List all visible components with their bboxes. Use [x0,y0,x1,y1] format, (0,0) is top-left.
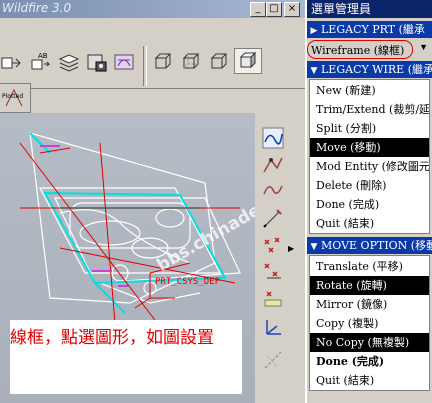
rename-view-icon[interactable]: AB [28,50,54,74]
sketch-curve-icon[interactable] [261,126,285,150]
menu-item-quit[interactable]: Quit (結束) [310,214,429,233]
spin-center-icon[interactable] [112,50,138,74]
appearance-icon[interactable] [84,50,110,74]
menu-item-new[interactable]: New (新建) [310,81,429,100]
menu-item-rotate[interactable]: Rotate (旋轉) [310,276,429,295]
menu-item-copy[interactable]: Copy (複製) [310,314,429,333]
menu-item-quit-move[interactable]: Quit (結束) [310,371,429,390]
menu-item-mod-entity[interactable]: Mod Entity (修改圖元) [310,157,429,176]
menu-manager-title: 選單管理員 [307,0,432,18]
annotation-caption: 線框，點選圖形，如圖設置 [10,320,242,394]
window-titlebar: Wildfire 3.0 _ □ × [0,0,305,18]
menu-item-translate[interactable]: Translate (平移) [310,257,429,276]
wireframe-display-icon[interactable] [150,50,176,74]
menu-item-move[interactable]: Move (移動) [310,138,429,157]
move-option-header[interactable]: ▼ MOVE OPTION (移動 [307,237,432,254]
legacy-wire-header[interactable]: ▼ LEGACY WIRE (繼承 [307,61,432,78]
csys-icon[interactable] [261,316,285,340]
dropdown-icon: ▼ [419,42,428,52]
menu-item-done-move[interactable]: Done (完成) [310,352,429,371]
wireframe-item[interactable]: Wireframe (線框) ▼ [307,40,432,59]
move-option-list: Translate (平移) Rotate (旋轉) Mirror (鏡像) C… [309,255,430,391]
plotted-tab[interactable]: Plotted [0,83,31,113]
hidden-line-icon[interactable] [178,50,204,74]
csys-label: PRT_CSYS_DEF [155,277,220,287]
window-title: Wildfire 3.0 [2,1,72,15]
menu-item-done[interactable]: Done (完成) [310,195,429,214]
close-button[interactable]: × [284,2,300,17]
legacy-prt-header[interactable]: ▶ LEGACY PRT (繼承 [307,21,432,38]
field-point-icon[interactable] [261,286,285,310]
layers-icon[interactable] [56,50,82,74]
datum-point-icon[interactable] [261,234,285,258]
caption-text: 線框，點選圖形，如圖設置 [10,328,214,348]
view-orient-icon[interactable] [0,50,26,74]
expand-icon: ▶ [310,26,318,36]
datum-toolbar: ▶ [255,116,303,403]
curve-icon[interactable] [261,178,285,202]
shading-icon[interactable] [234,48,262,74]
menu-manager: 選單管理員 ▶ LEGACY PRT (繼承 Wireframe (線框) ▼ ▼… [305,0,432,403]
sketch-icon[interactable] [261,206,285,230]
flyout-arrow-icon[interactable]: ▶ [288,244,294,253]
offset-point-icon[interactable] [261,260,285,284]
main-toolbar: AB [0,18,305,89]
legacy-wire-list: New (新建) Trim/Extend (裁剪/延伸 Split (分割) M… [309,79,430,234]
menu-item-delete[interactable]: Delete (刪除) [310,176,429,195]
axis-icon[interactable] [261,348,285,372]
minimize-button[interactable]: _ [250,2,266,17]
menu-item-mirror[interactable]: Mirror (鏡像) [310,295,429,314]
svg-text:AB: AB [38,52,48,60]
no-hidden-icon[interactable] [206,50,232,74]
menu-item-trim-extend[interactable]: Trim/Extend (裁剪/延伸 [310,100,429,119]
toolbar-separator [143,46,147,86]
menu-item-split[interactable]: Split (分割) [310,119,429,138]
collapse-icon: ▼ [310,66,318,76]
datum-curve-icon[interactable] [261,154,285,178]
collapse-icon: ▼ [310,242,318,252]
maximize-button[interactable]: □ [266,2,282,17]
menu-item-no-copy[interactable]: No Copy (無複製) [310,333,429,352]
plotted-tab-label: Plotted [2,93,23,100]
